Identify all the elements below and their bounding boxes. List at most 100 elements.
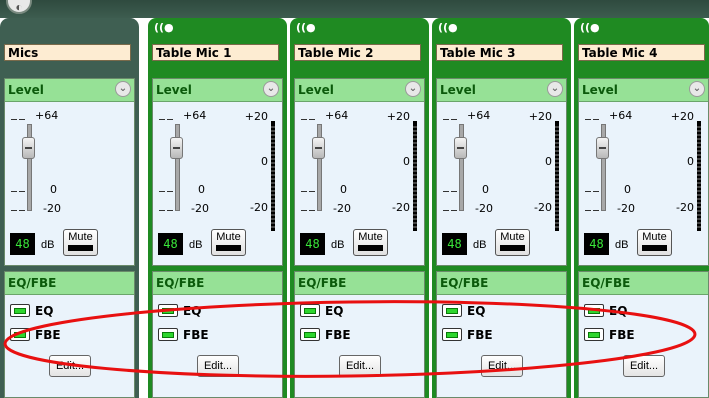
- fbe-toggle[interactable]: FBE: [10, 327, 61, 344]
- chevron-down-icon[interactable]: ⌄: [263, 81, 279, 97]
- eq-toggle[interactable]: EQ: [442, 303, 485, 320]
- db-unit: dB: [615, 239, 629, 251]
- led-icon: [10, 328, 30, 341]
- fbe-toggle[interactable]: FBE: [584, 327, 635, 344]
- mute-button[interactable]: Mute: [353, 229, 388, 256]
- edit-button[interactable]: Edit...: [339, 355, 381, 377]
- led-icon: [584, 304, 604, 317]
- scale-top-label: +64: [609, 109, 633, 122]
- db-unit: dB: [41, 239, 55, 251]
- channel-strip-table-mic-3: ((● Table Mic 3 Level ⌄ +64 0 -20 +20 0 -…: [432, 18, 571, 398]
- meter-bottom-label: -20: [392, 201, 410, 214]
- chevron-down-icon[interactable]: ⌄: [405, 81, 421, 97]
- scale-bottom-label: -20: [617, 202, 635, 215]
- channel-strip-table-mic-2: ((● Table Mic 2 Level ⌄ +64 0 -20 +20 0 -…: [290, 18, 429, 398]
- fbe-toggle[interactable]: FBE: [442, 327, 493, 344]
- wireless-icon: ((●: [580, 21, 600, 34]
- meter-mid-label: 0: [687, 155, 694, 168]
- eq-fbe-header: EQ/FBE: [5, 272, 134, 295]
- channel-name: Table Mic 2: [294, 44, 421, 61]
- level-panel: Level ⌄ +64 0 -20 +20 0 -20 48 dB Mute: [578, 78, 709, 266]
- meter-mid-label: 0: [261, 155, 268, 168]
- eq-fbe-header: EQ/FBE: [295, 272, 424, 295]
- eq-toggle[interactable]: EQ: [300, 303, 343, 320]
- chevron-down-icon[interactable]: ⌄: [115, 81, 131, 97]
- scale-tick: [309, 119, 315, 120]
- led-icon: [10, 304, 30, 317]
- level-header[interactable]: Level ⌄: [153, 79, 282, 102]
- level-panel: Level ⌄ +64 0 -20 48 dB Mute: [4, 78, 135, 266]
- chevron-down-icon[interactable]: ⌄: [689, 81, 705, 97]
- level-meter: [555, 121, 559, 231]
- mute-button[interactable]: Mute: [211, 229, 246, 256]
- scale-tick: [167, 210, 173, 211]
- fbe-toggle[interactable]: FBE: [300, 327, 351, 344]
- channel-strip-table-mic-4: ((● Table Mic 4 Level ⌄ +64 0 -20 +20 0 -…: [574, 18, 709, 398]
- channel-strip-mics: Mics Level ⌄ +64 0 -20 48 dB Mute EQ/FBE …: [0, 18, 139, 398]
- db-unit: dB: [331, 239, 345, 251]
- scale-tick: [451, 210, 457, 211]
- led-icon: [300, 304, 320, 317]
- scale-tick: [11, 119, 17, 120]
- eq-toggle[interactable]: EQ: [584, 303, 627, 320]
- chevron-down-icon[interactable]: ⌄: [547, 81, 563, 97]
- eq-toggle[interactable]: EQ: [10, 303, 53, 320]
- level-header[interactable]: Level ⌄: [437, 79, 566, 102]
- edit-button[interactable]: Edit...: [481, 355, 523, 377]
- level-header[interactable]: Level ⌄: [579, 79, 708, 102]
- wireless-icon[interactable]: ◐: [6, 0, 32, 14]
- edit-button[interactable]: Edit...: [49, 355, 91, 377]
- fader-knob[interactable]: [170, 137, 183, 159]
- wireless-icon: ((●: [296, 21, 316, 34]
- mute-button[interactable]: Mute: [495, 229, 530, 256]
- scale-zero-label: 0: [198, 183, 205, 196]
- level-header[interactable]: Level ⌄: [5, 79, 134, 102]
- led-icon: [442, 304, 462, 317]
- edit-button[interactable]: Edit...: [623, 355, 665, 377]
- scale-tick: [451, 119, 457, 120]
- eq-fbe-header: EQ/FBE: [153, 272, 282, 295]
- scale-tick: [19, 210, 25, 211]
- edit-button[interactable]: Edit...: [197, 355, 239, 377]
- led-icon: [158, 304, 178, 317]
- wireless-icon: ((●: [154, 21, 174, 34]
- mute-button[interactable]: Mute: [637, 229, 672, 256]
- channel-strip-table-mic-1: ((● Table Mic 1 Level ⌄ +64 0 -20 +20 0 -…: [148, 18, 287, 398]
- fader-knob[interactable]: [454, 137, 467, 159]
- level-readout: 48: [158, 233, 183, 255]
- level-panel: Level ⌄ +64 0 -20 +20 0 -20 48 dB Mute: [294, 78, 425, 266]
- meter-mid-label: 0: [403, 155, 410, 168]
- fader-knob[interactable]: [596, 137, 609, 159]
- eq-fbe-panel: EQ/FBE EQ FBE Edit...: [578, 271, 709, 398]
- scale-tick: [159, 119, 165, 120]
- level-panel: Level ⌄ +64 0 -20 +20 0 -20 48 dB Mute: [152, 78, 283, 266]
- mute-button[interactable]: Mute: [63, 229, 98, 256]
- scale-tick: [19, 191, 25, 192]
- eq-fbe-panel: EQ/FBE EQ FBE Edit...: [152, 271, 283, 398]
- scale-tick: [309, 191, 315, 192]
- eq-toggle[interactable]: EQ: [158, 303, 201, 320]
- scale-tick: [11, 191, 17, 192]
- scale-tick: [11, 210, 17, 211]
- meter-top-label: +20: [528, 110, 552, 123]
- channel-name: Table Mic 3: [436, 44, 563, 61]
- meter-bottom-label: -20: [534, 201, 552, 214]
- eq-fbe-panel: EQ/FBE EQ FBE Edit...: [4, 271, 135, 398]
- scale-tick: [585, 119, 591, 120]
- scale-tick: [593, 119, 599, 120]
- meter-top-label: +20: [670, 110, 694, 123]
- scale-zero-label: 0: [482, 183, 489, 196]
- level-meter: [271, 121, 275, 231]
- scale-tick: [301, 119, 307, 120]
- scale-tick: [159, 191, 165, 192]
- fader-knob[interactable]: [22, 137, 35, 159]
- level-readout: 48: [442, 233, 467, 255]
- fbe-toggle[interactable]: FBE: [158, 327, 209, 344]
- level-header[interactable]: Level ⌄: [295, 79, 424, 102]
- fader-knob[interactable]: [312, 137, 325, 159]
- channel-name: Table Mic 1: [152, 44, 279, 61]
- scale-tick: [309, 210, 315, 211]
- scale-zero-label: 0: [50, 183, 57, 196]
- scale-top-label: +64: [35, 109, 59, 122]
- scale-zero-label: 0: [340, 183, 347, 196]
